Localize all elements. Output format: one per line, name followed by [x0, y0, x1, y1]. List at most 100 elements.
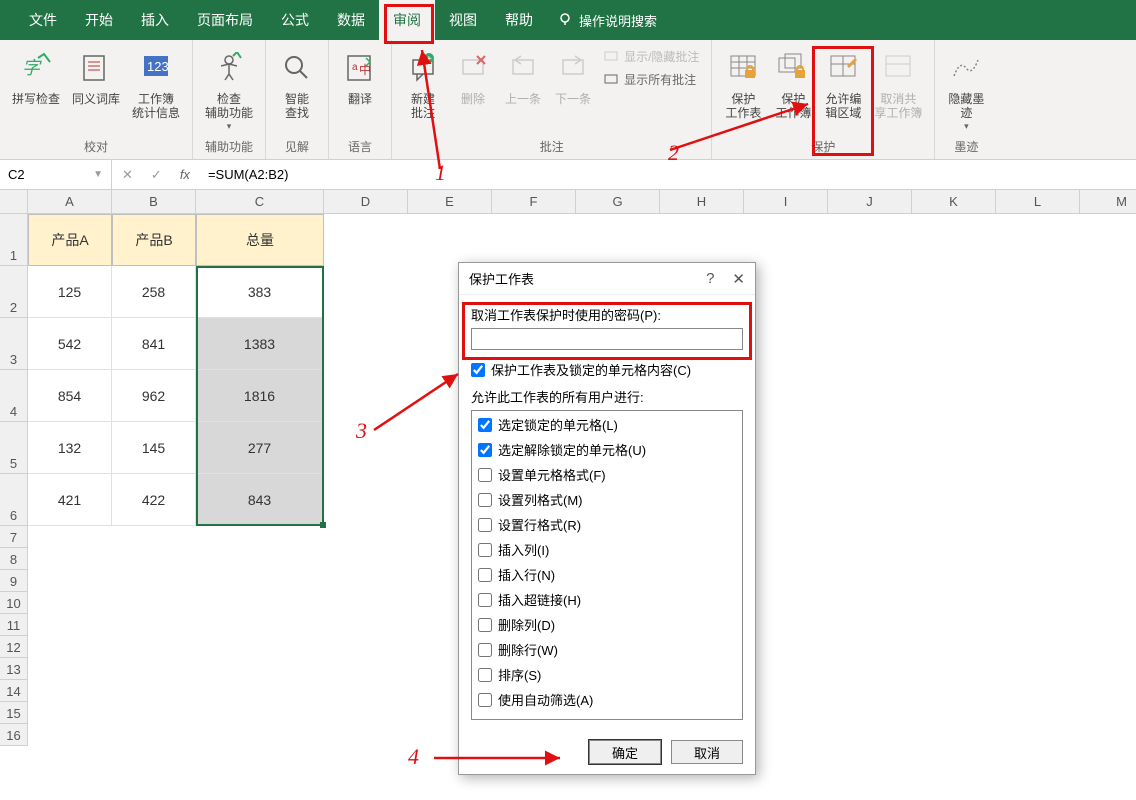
password-input[interactable]	[471, 328, 743, 350]
name-box[interactable]: C2 ▼	[0, 160, 112, 189]
cell[interactable]: 542	[28, 318, 112, 370]
cell[interactable]: 962	[112, 370, 196, 422]
permissions-list[interactable]: 选定锁定的单元格(L) 选定解除锁定的单元格(U) 设置单元格格式(F) 设置列…	[471, 410, 743, 720]
cell[interactable]: 421	[28, 474, 112, 526]
row-header[interactable]: 11	[0, 614, 28, 636]
delete-comment-button[interactable]: 删除	[448, 44, 498, 110]
smart-lookup-button[interactable]: 智能 查找	[272, 44, 322, 125]
protect-contents-checkbox[interactable]: 保护工作表及锁定的单元格内容(C)	[471, 360, 743, 379]
col-header-B[interactable]: B	[112, 190, 196, 214]
tab-insert[interactable]: 插入	[127, 0, 183, 40]
cell[interactable]: 132	[28, 422, 112, 474]
tab-view[interactable]: 视图	[435, 0, 491, 40]
col-header-G[interactable]: G	[576, 190, 660, 214]
perm-item[interactable]: 设置列格式(M)	[478, 490, 736, 509]
protect-sheet-button[interactable]: 保护 工作表	[718, 44, 768, 125]
translate-button[interactable]: a中 翻译	[335, 44, 385, 110]
col-header-L[interactable]: L	[996, 190, 1080, 214]
row-header[interactable]: 7	[0, 526, 28, 548]
row-header[interactable]: 8	[0, 548, 28, 570]
cell[interactable]: 产品B	[112, 214, 196, 266]
protect-workbook-button[interactable]: 保护 工作簿	[768, 44, 818, 125]
show-all-comments-button[interactable]: 显示所有批注	[604, 71, 699, 88]
ribbon-group-ink: 隐藏墨 迹 ▾ 墨迹	[935, 40, 997, 159]
cell[interactable]: 258	[112, 266, 196, 318]
show-hide-comment-button[interactable]: 显示/隐藏批注	[604, 48, 699, 65]
perm-item[interactable]: 使用自动筛选(A)	[478, 690, 736, 709]
cell[interactable]: 总量	[196, 214, 324, 266]
cell[interactable]: 125	[28, 266, 112, 318]
tell-me-search[interactable]: 操作说明搜索	[557, 11, 657, 30]
tab-formulas[interactable]: 公式	[267, 0, 323, 40]
perm-item[interactable]: 插入行(N)	[478, 565, 736, 584]
tab-home[interactable]: 开始	[71, 0, 127, 40]
col-header-C[interactable]: C	[196, 190, 324, 214]
row-header[interactable]: 3	[0, 318, 28, 370]
perm-item[interactable]: 排序(S)	[478, 665, 736, 684]
col-header-D[interactable]: D	[324, 190, 408, 214]
perm-item[interactable]: 删除列(D)	[478, 615, 736, 634]
perm-item[interactable]: 删除行(W)	[478, 640, 736, 659]
hide-ink-button[interactable]: 隐藏墨 迹 ▾	[941, 44, 991, 136]
row-header[interactable]: 4	[0, 370, 28, 422]
allow-edit-ranges-button[interactable]: 允许编 辑区域	[818, 44, 868, 125]
workbook-stats-button[interactable]: 123 工作簿 统计信息	[126, 44, 186, 125]
next-comment-button[interactable]: 下一条	[548, 44, 598, 110]
row-header[interactable]: 14	[0, 680, 28, 702]
new-comment-button[interactable]: + 新建 批注	[398, 44, 448, 125]
unshare-workbook-button[interactable]: 取消共 享工作簿	[868, 44, 928, 125]
cell[interactable]: 854	[28, 370, 112, 422]
accept-formula-icon[interactable]: ✓	[151, 167, 162, 183]
row-header[interactable]: 9	[0, 570, 28, 592]
chevron-down-icon[interactable]: ▼	[93, 169, 103, 180]
check-accessibility-button[interactable]: 检查 辅助功能 ▾	[199, 44, 259, 136]
tab-help[interactable]: 帮助	[491, 0, 547, 40]
row-header[interactable]: 12	[0, 636, 28, 658]
spellcheck-button[interactable]: 字 拼写检查	[6, 44, 66, 110]
delete-icon	[457, 48, 489, 88]
perm-item[interactable]: 插入列(I)	[478, 540, 736, 559]
cell[interactable]: 422	[112, 474, 196, 526]
cell[interactable]: 产品A	[28, 214, 112, 266]
tab-pagelayout[interactable]: 页面布局	[183, 0, 267, 40]
help-icon[interactable]: ?	[706, 270, 714, 288]
fill-handle[interactable]	[320, 522, 326, 528]
prev-comment-button[interactable]: 上一条	[498, 44, 548, 110]
row-header[interactable]: 15	[0, 702, 28, 724]
cell[interactable]: 841	[112, 318, 196, 370]
cancel-button[interactable]: 取消	[671, 740, 743, 764]
cell[interactable]: 145	[112, 422, 196, 474]
row-header[interactable]: 10	[0, 592, 28, 614]
thesaurus-button[interactable]: 同义词库	[66, 44, 126, 110]
fx-icon[interactable]: fx	[180, 167, 190, 182]
select-all-corner[interactable]	[0, 190, 28, 214]
row-header[interactable]: 6	[0, 474, 28, 526]
col-header-E[interactable]: E	[408, 190, 492, 214]
col-header-K[interactable]: K	[912, 190, 996, 214]
perm-item[interactable]: 插入超链接(H)	[478, 590, 736, 609]
formula-input[interactable]: =SUM(A2:B2)	[200, 167, 1136, 182]
perm-item[interactable]: 设置行格式(R)	[478, 515, 736, 534]
close-icon[interactable]: ✕	[732, 270, 745, 288]
col-header-A[interactable]: A	[28, 190, 112, 214]
dialog-titlebar[interactable]: 保护工作表 ? ✕	[459, 263, 755, 295]
tab-file[interactable]: 文件	[15, 0, 71, 40]
row-header[interactable]: 1	[0, 214, 28, 266]
ribbon-group-comments: + 新建 批注 删除 上一条 下一条 显示/隐藏批注 显示所有批注 批注	[392, 40, 712, 159]
row-header[interactable]: 13	[0, 658, 28, 680]
ok-button[interactable]: 确定	[589, 740, 661, 764]
tab-review[interactable]: 审阅	[379, 0, 435, 40]
perm-item[interactable]: 设置单元格格式(F)	[478, 465, 736, 484]
cancel-formula-icon[interactable]: ✕	[122, 167, 133, 183]
col-header-F[interactable]: F	[492, 190, 576, 214]
col-header-J[interactable]: J	[828, 190, 912, 214]
col-header-I[interactable]: I	[744, 190, 828, 214]
row-header[interactable]: 5	[0, 422, 28, 474]
perm-item[interactable]: 选定锁定的单元格(L)	[478, 415, 736, 434]
row-header[interactable]: 16	[0, 724, 28, 746]
row-header[interactable]: 2	[0, 266, 28, 318]
tab-data[interactable]: 数据	[323, 0, 379, 40]
col-header-M[interactable]: M	[1080, 190, 1136, 214]
col-header-H[interactable]: H	[660, 190, 744, 214]
perm-item[interactable]: 选定解除锁定的单元格(U)	[478, 440, 736, 459]
